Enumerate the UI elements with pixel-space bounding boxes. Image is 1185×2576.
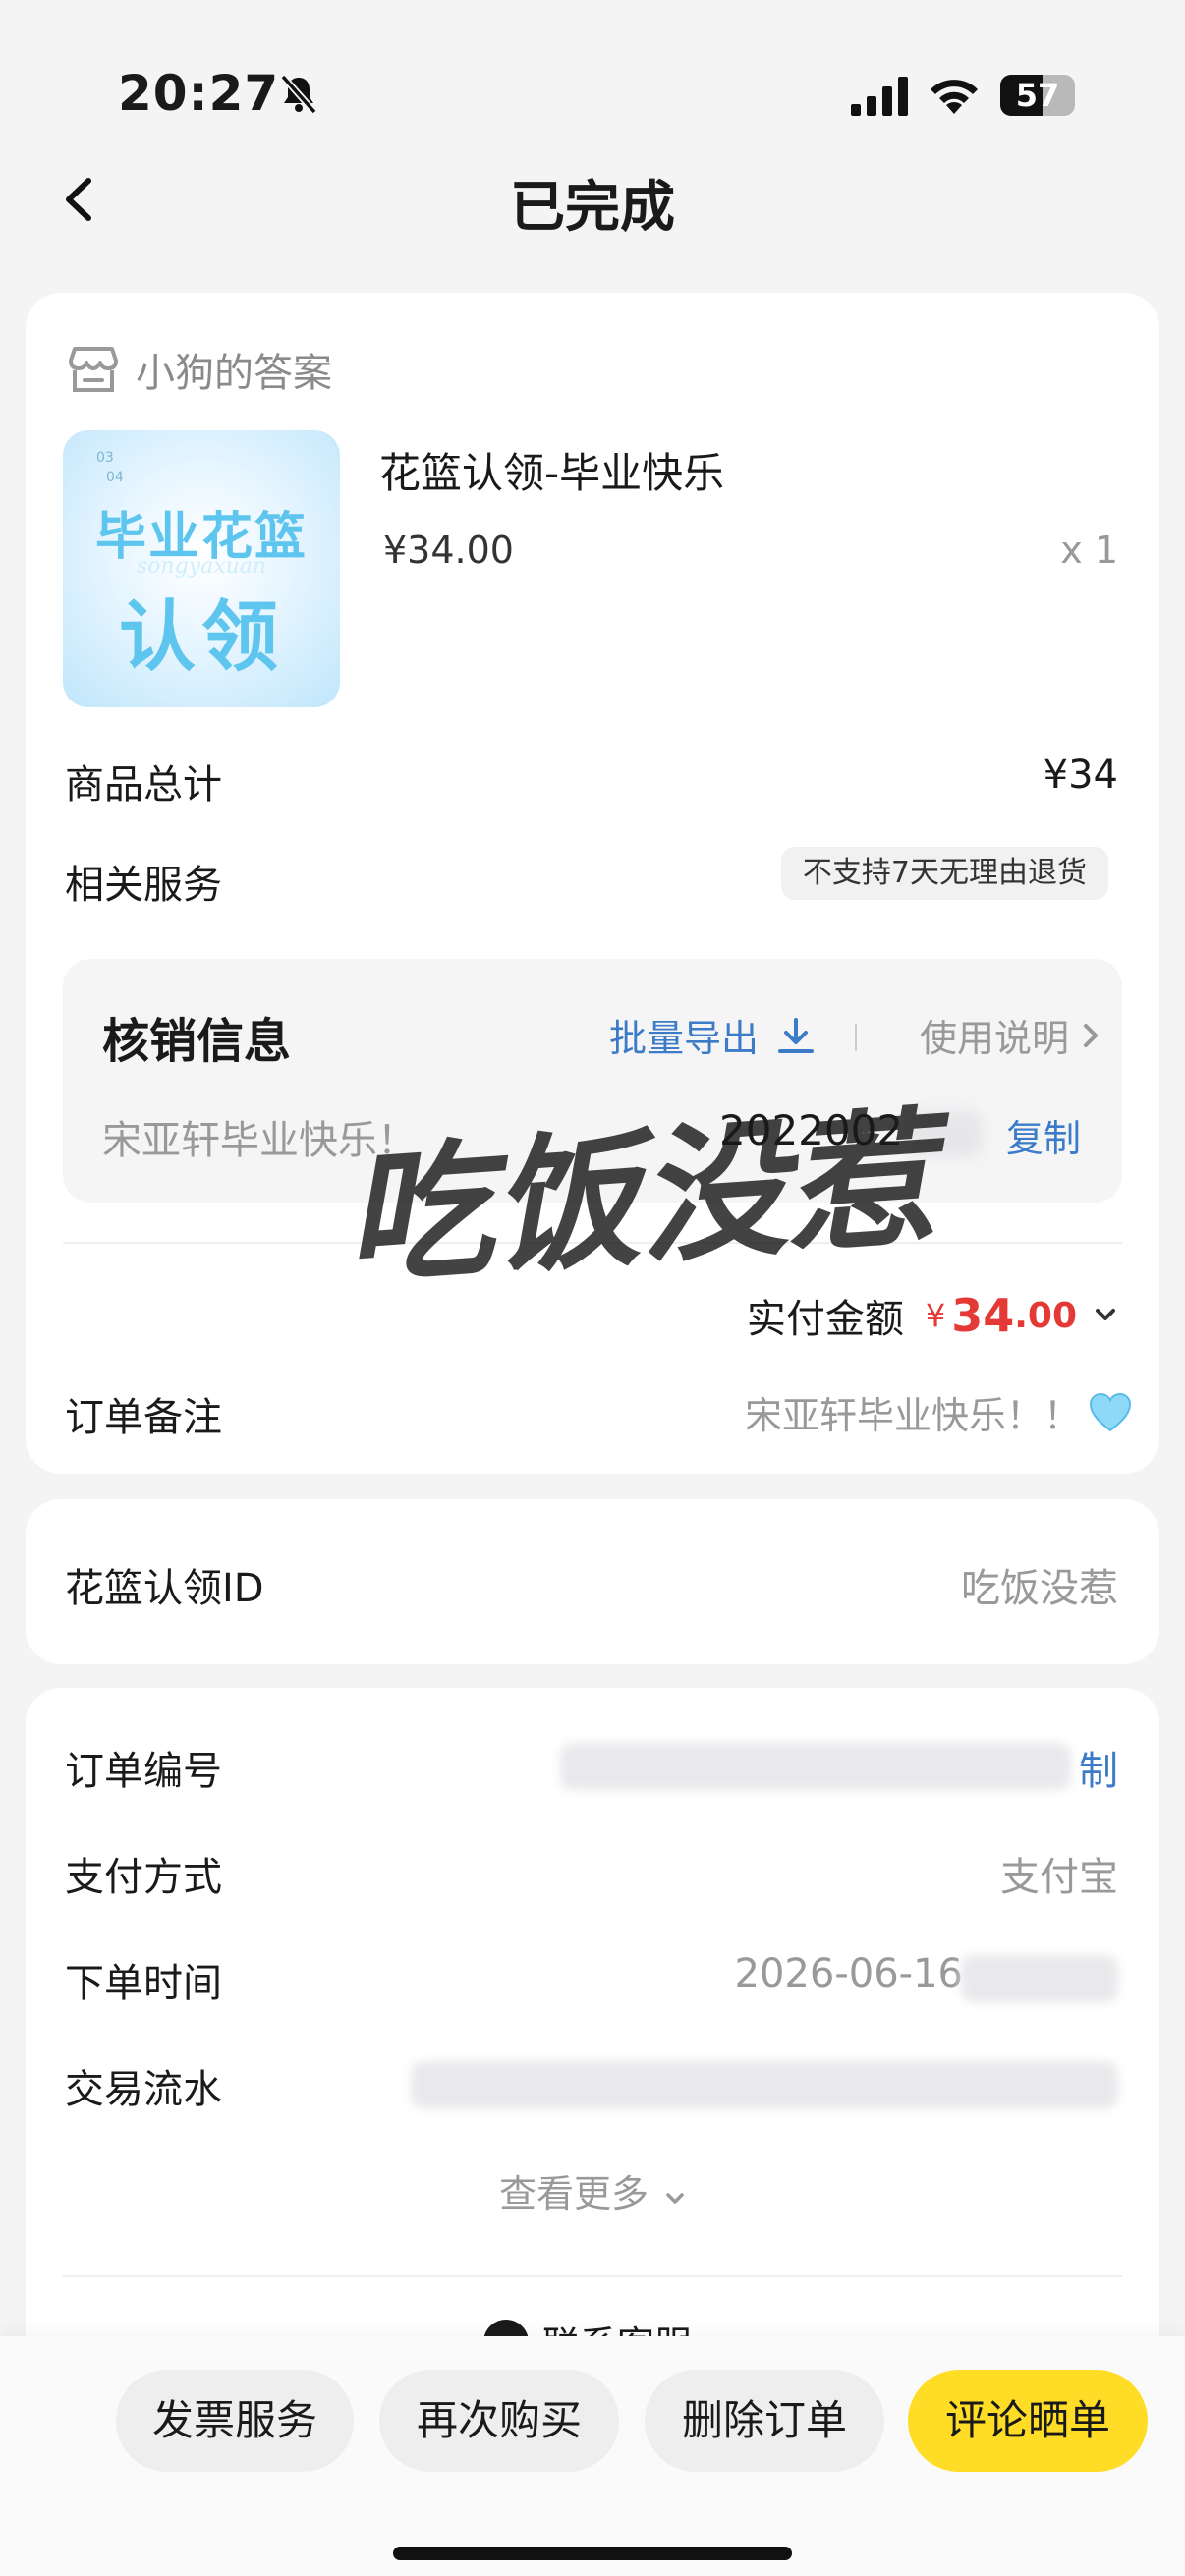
wifi-icon [931,80,978,114]
currency-symbol: ¥ [925,1297,946,1334]
order-time-value: 2026-06-16 [734,1951,963,1996]
masked-transaction-number [411,2061,1118,2108]
blue-heart-icon [1089,1392,1132,1431]
total-label: 商品总计 [65,762,222,808]
status-bar: 20:27 57 [0,0,1185,147]
claim-id-value: 吃饭没惹 [961,1566,1118,1611]
batch-export-button[interactable]: 批量导出 [609,1008,816,1062]
image-number: 03 [96,450,114,466]
shop-name: 小狗的答案 [136,351,332,396]
bottom-action-bar: 发票服务 再次购买 删除订单 评论晒单 [0,2336,1185,2576]
divider [855,1024,857,1051]
masked-code [904,1110,983,1157]
service-badge: 不支持7天无理由退货 [780,847,1108,900]
bell-muted-icon [280,74,317,115]
delete-order-button[interactable]: 删除订单 [645,2370,884,2472]
page-title: 已完成 [510,176,675,240]
claim-id-label: 花篮认领ID [65,1566,264,1611]
copy-order-number-button[interactable]: 制 [1079,1739,1118,1796]
home-indicator [393,2547,792,2560]
product-image[interactable]: 03 04 毕业花篮 songyaxuan 认领 [63,430,340,707]
usage-guide-label: 使用说明 [920,1017,1070,1060]
order-time-label: 下单时间 [65,1961,222,2006]
claim-id-card: 花篮认领ID 吃饭没惹 [26,1499,1159,1664]
verification-box: 核销信息 批量导出 使用说明 宋亚轩毕业快乐！ 2022002 复制 [63,959,1122,1203]
remark-value-row: 宋亚轩毕业快乐！！ [745,1385,1132,1439]
order-card: 小狗的答案 03 04 毕业花篮 songyaxuan 认领 花篮认领-毕业快乐… [26,293,1159,1474]
remark-value: 宋亚轩毕业快乐！！ [744,1394,1081,1437]
image-text: 认领 [118,593,284,682]
product-price: ¥34.00 [383,529,514,572]
paid-amount: 34 [951,1289,1015,1342]
verification-name: 宋亚轩毕业快乐！ [102,1118,417,1163]
copy-code-button[interactable]: 复制 [1006,1108,1081,1162]
review-order-button[interactable]: 评论晒单 [908,2370,1148,2472]
shop-row[interactable]: 小狗的答案 [65,340,332,399]
masked-order-time [961,1955,1118,2002]
total-value: ¥34 [1043,753,1118,798]
verification-code: 2022002 [719,1106,904,1154]
verification-title: 核销信息 [102,1014,292,1069]
usage-guide-link[interactable]: 使用说明 [920,1008,1100,1062]
paid-amount-label: 实付金额 [746,1297,904,1342]
product-quantity: x 1 [1060,529,1118,572]
masked-order-number [560,1743,1071,1790]
cellular-signal-icon [851,77,908,116]
invoice-service-button[interactable]: 发票服务 [116,2370,354,2472]
remark-label: 订单备注 [65,1395,222,1440]
payment-method-label: 支付方式 [65,1855,222,1900]
status-time: 20:27 [118,65,280,122]
buy-again-button[interactable]: 再次购买 [379,2370,619,2472]
divider [63,2275,1122,2277]
batch-export-label: 批量导出 [609,1017,760,1060]
image-number: 04 [106,470,124,485]
paid-amount-row[interactable]: 实付金额 ¥ 34 .00 [747,1287,1118,1344]
chevron-down-icon [1096,1309,1115,1320]
battery-level: 57 [1015,77,1060,114]
battery-icon: 57 [1000,75,1075,116]
paid-amount-decimal: .00 [1014,1295,1077,1336]
chevron-down-icon [666,2193,684,2204]
transaction-label: 交易流水 [65,2067,222,2112]
shop-icon [69,347,118,392]
download-icon [778,1017,815,1053]
see-more-button[interactable]: 查看更多 [26,2163,1159,2217]
order-number-label: 订单编号 [65,1749,222,1794]
divider [63,1242,1122,1244]
chevron-right-icon [1084,1023,1099,1047]
payment-method-value: 支付宝 [1000,1855,1118,1900]
product-title[interactable]: 花篮认领-毕业快乐 [379,440,724,500]
see-more-label: 查看更多 [498,2172,649,2215]
service-label: 相关服务 [65,863,222,908]
